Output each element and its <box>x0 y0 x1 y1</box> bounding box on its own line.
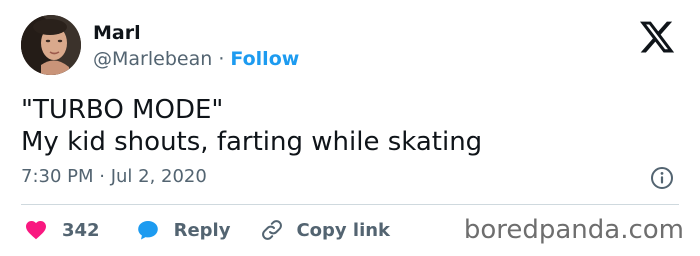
author-handle-row: @Marlebean · Follow <box>93 46 299 72</box>
reply-label: Reply <box>173 219 231 241</box>
copy-link-label: Copy link <box>296 219 391 241</box>
avatar[interactable] <box>21 15 81 75</box>
separator-dot: · <box>218 48 225 70</box>
tweet-timestamp[interactable]: 7:30 PM · Jul 2, 2020 <box>21 164 207 190</box>
author-handle[interactable]: @Marlebean <box>93 48 212 70</box>
author-name[interactable]: Marl <box>93 20 141 46</box>
tweet-line: "TURBO MODE" <box>21 95 224 125</box>
action-bar: 342 Reply Copy link <box>24 216 390 244</box>
info-icon[interactable] <box>650 166 674 190</box>
avatar-photo <box>21 15 81 75</box>
copy-link-button[interactable]: Copy link <box>260 218 390 242</box>
reply-bubble-icon <box>137 221 158 240</box>
tweet-line: My kid shouts, farting while skating <box>21 127 483 157</box>
reply-button[interactable]: Reply <box>136 218 231 242</box>
heart-icon <box>26 221 46 240</box>
like-count: 342 <box>62 219 100 241</box>
link-icon <box>262 220 283 240</box>
watermark: boredpanda.com <box>463 215 684 245</box>
x-logo-icon[interactable] <box>638 18 676 56</box>
like-button[interactable]: 342 <box>24 218 100 242</box>
tweet-text: "TURBO MODE" My kid shouts, farting whil… <box>21 94 482 158</box>
follow-button[interactable]: Follow <box>230 48 299 70</box>
divider <box>21 204 679 205</box>
